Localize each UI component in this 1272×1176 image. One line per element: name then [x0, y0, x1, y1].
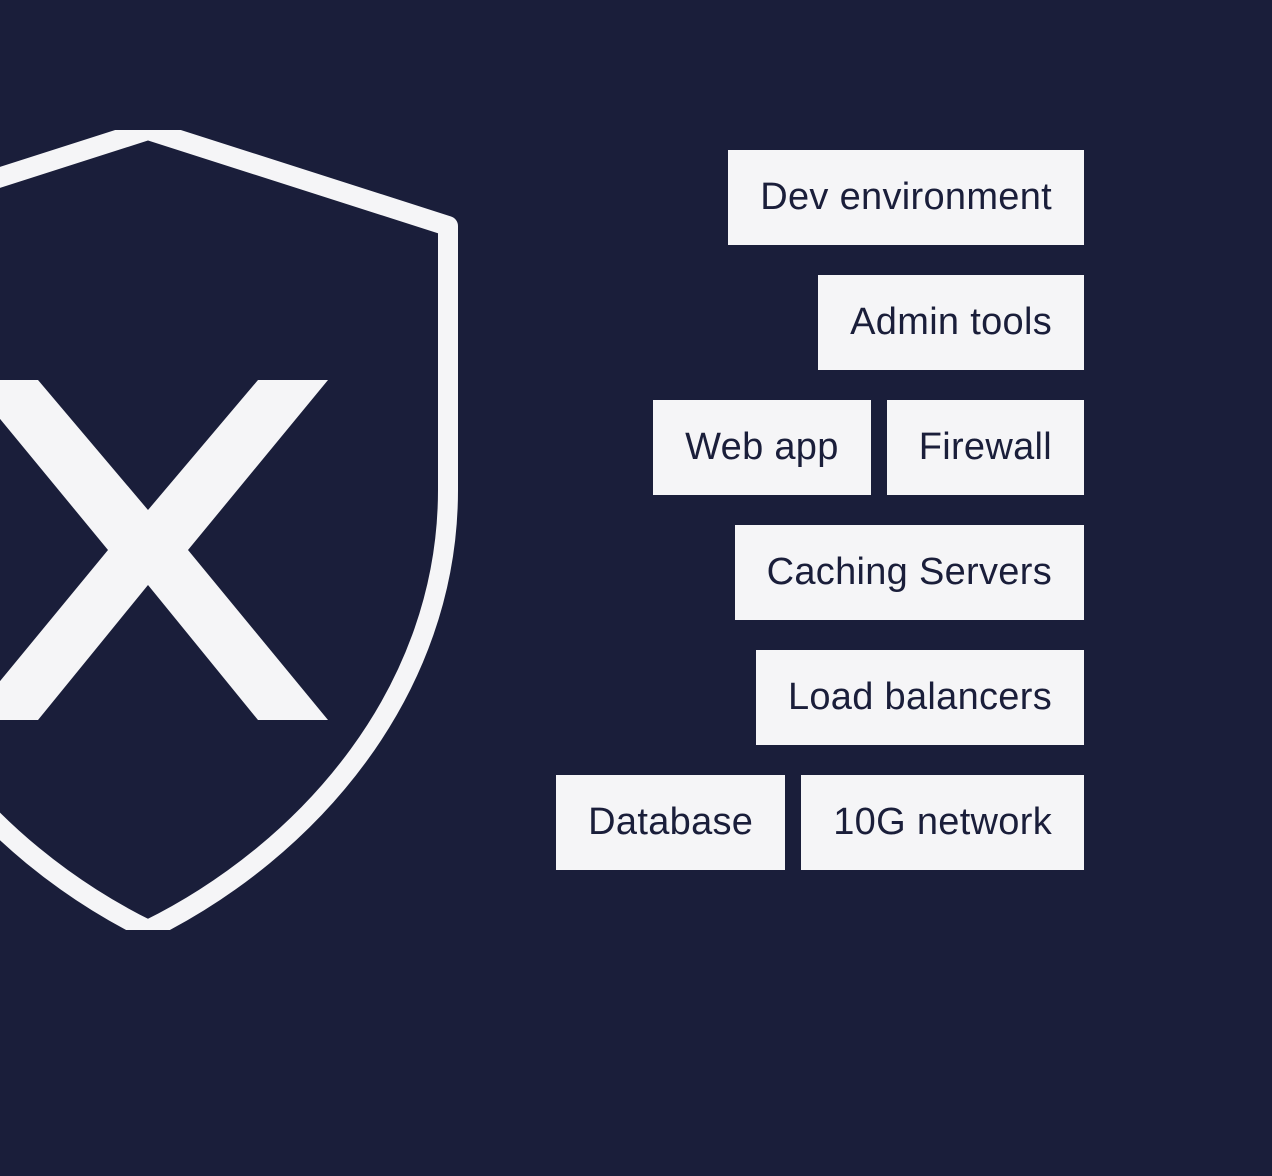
- tag-dev-environment: Dev environment: [728, 150, 1084, 245]
- tag-10g-network: 10G network: [801, 775, 1084, 870]
- tag-row-4: Caching Servers: [735, 525, 1084, 620]
- tag-load-balancers: Load balancers: [756, 650, 1084, 745]
- shield-x-icon: [0, 130, 466, 930]
- tag-row-5: Load balancers: [756, 650, 1084, 745]
- tags-list: Dev environment Admin tools Web app Fire…: [556, 150, 1084, 870]
- tag-row-3: Web app Firewall: [653, 400, 1084, 495]
- tag-database: Database: [556, 775, 785, 870]
- tag-web-app: Web app: [653, 400, 871, 495]
- tag-row-2: Admin tools: [818, 275, 1084, 370]
- tag-caching-servers: Caching Servers: [735, 525, 1084, 620]
- tag-admin-tools: Admin tools: [818, 275, 1084, 370]
- tag-row-6: Database 10G network: [556, 775, 1084, 870]
- tag-firewall: Firewall: [887, 400, 1084, 495]
- tag-row-1: Dev environment: [728, 150, 1084, 245]
